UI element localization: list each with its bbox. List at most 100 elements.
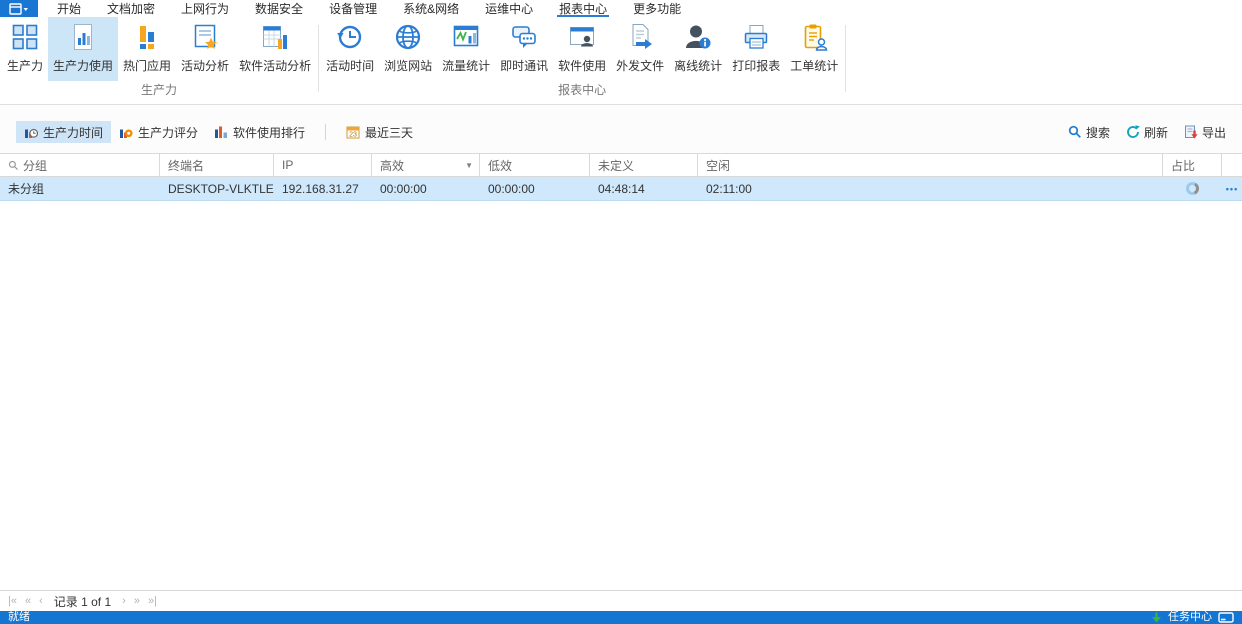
ribbon-item-label: 打印报表 bbox=[732, 57, 780, 74]
menu-item-web-behavior[interactable]: 上网行为 bbox=[179, 0, 231, 17]
cell-terminal: DESKTOP-VLKTLE1 bbox=[160, 177, 274, 200]
status-bar: 就绪 任务中心 bbox=[0, 611, 1242, 624]
printer-icon bbox=[741, 22, 771, 52]
task-center-button[interactable]: 任务中心 bbox=[1168, 611, 1212, 624]
search-button[interactable]: 搜索 bbox=[1068, 124, 1110, 141]
chat-icon bbox=[509, 22, 539, 52]
ribbon-item-ticket-stats[interactable]: 工单统计 bbox=[785, 17, 843, 81]
ribbon-item-software-usage[interactable]: 软件使用 bbox=[553, 17, 611, 81]
ribbon-item-label: 活动分析 bbox=[181, 57, 229, 74]
ribbon-item-print-report[interactable]: 打印报表 bbox=[727, 17, 785, 81]
menu-item-start[interactable]: 开始 bbox=[55, 0, 83, 17]
column-header-terminal[interactable]: 终端名 bbox=[160, 154, 274, 176]
table-row[interactable]: 未分组 DESKTOP-VLKTLE1 192.168.31.27 00:00:… bbox=[0, 177, 1242, 201]
globe-icon bbox=[393, 22, 423, 52]
mini-chart-rank-icon bbox=[214, 125, 228, 139]
pager-next-button[interactable]: › bbox=[122, 596, 126, 607]
ribbon-item-offline-stats[interactable]: 离线统计 bbox=[669, 17, 727, 81]
application-window: 开始 文档加密 上网行为 数据安全 设备管理 系统&网络 运维中心 报表中心 更… bbox=[0, 0, 1242, 624]
column-header-efficient[interactable]: 高效 ▼ bbox=[372, 154, 480, 176]
user-info-icon bbox=[683, 22, 713, 52]
chevron-down-icon[interactable]: ▼ bbox=[465, 161, 473, 170]
ratio-donut-chart bbox=[1186, 182, 1199, 195]
ribbon-item-instant-messaging[interactable]: 即时通讯 bbox=[495, 17, 553, 81]
pager-prev-button[interactable]: ‹ bbox=[39, 596, 43, 607]
taskbar-panel-icon[interactable] bbox=[1218, 612, 1234, 623]
ribbon-group-productivity: 生产力 生产力使用 bbox=[2, 17, 316, 104]
ribbon-item-browse-sites[interactable]: 浏览网站 bbox=[379, 17, 437, 81]
cell-idle: 02:11:00 bbox=[698, 177, 1163, 200]
refresh-button[interactable]: 刷新 bbox=[1126, 124, 1168, 141]
ribbon-item-label: 活动时间 bbox=[326, 57, 374, 74]
column-label: 低效 bbox=[488, 157, 512, 174]
menu-item-system-network[interactable]: 系统&网络 bbox=[401, 0, 461, 17]
ribbon-item-label: 浏览网站 bbox=[384, 57, 432, 74]
ribbon-item-activity-analysis[interactable]: 活动分析 bbox=[176, 17, 234, 81]
pager-first-button[interactable]: |« bbox=[8, 596, 17, 607]
menu-item-device-mgmt[interactable]: 设备管理 bbox=[327, 0, 379, 17]
ribbon-item-traffic-stats[interactable]: 流量统计 bbox=[437, 17, 495, 81]
download-arrow-icon bbox=[1151, 612, 1162, 623]
status-ready-label: 就绪 bbox=[8, 611, 30, 624]
app-menu-button[interactable] bbox=[0, 0, 38, 17]
doc-export-icon bbox=[625, 22, 655, 52]
date-range-button[interactable]: 23 最近三天 bbox=[338, 121, 421, 143]
ribbon-item-label: 生产力 bbox=[7, 57, 43, 74]
pager-record-label: 记录 1 of 1 bbox=[54, 593, 111, 610]
column-header-inefficient[interactable]: 低效 bbox=[480, 154, 590, 176]
export-label: 导出 bbox=[1202, 124, 1226, 141]
ribbon-item-hot-apps[interactable]: 热门应用 bbox=[118, 17, 176, 81]
view-tab-productivity-time[interactable]: 生产力时间 bbox=[16, 121, 111, 143]
ribbon-separator bbox=[845, 25, 846, 92]
column-header-undefined[interactable]: 未定义 bbox=[590, 154, 698, 176]
column-header-ip[interactable]: IP bbox=[274, 154, 372, 176]
column-header-ratio[interactable]: 占比 bbox=[1163, 154, 1222, 176]
view-tab-label: 生产力时间 bbox=[43, 124, 103, 141]
cell-row-menu[interactable]: ••• bbox=[1222, 177, 1242, 200]
menu-item-doc-encrypt[interactable]: 文档加密 bbox=[105, 0, 157, 17]
row-menu-icon[interactable]: ••• bbox=[1226, 184, 1238, 194]
ribbon-item-productivity-usage[interactable]: 生产力使用 bbox=[48, 17, 118, 81]
ribbon-item-label: 生产力使用 bbox=[53, 57, 113, 74]
sub-toolbar: 生产力时间 生产力评分 软件使用排行 23 bbox=[0, 105, 1242, 153]
toolbar-actions: 搜索 刷新 导出 bbox=[1068, 124, 1226, 141]
refresh-label: 刷新 bbox=[1144, 124, 1168, 141]
column-header-idle[interactable]: 空闲 bbox=[698, 154, 1163, 176]
svg-text:23: 23 bbox=[349, 132, 357, 139]
pager-fast-prev-button[interactable]: « bbox=[25, 596, 31, 607]
menu-item-data-security[interactable]: 数据安全 bbox=[253, 0, 305, 17]
menu-item-ops-center[interactable]: 运维中心 bbox=[483, 0, 535, 17]
view-tab-software-usage-rank[interactable]: 软件使用排行 bbox=[206, 121, 313, 143]
ribbon-item-software-activity-analysis[interactable]: 软件活动分析 bbox=[234, 17, 316, 81]
ribbon-item-label: 热门应用 bbox=[123, 57, 171, 74]
column-label: 终端名 bbox=[168, 157, 204, 174]
clipboard-user-icon bbox=[799, 22, 829, 52]
view-tab-label: 生产力评分 bbox=[138, 124, 198, 141]
ribbon-group-report-center: 活动时间 浏览网站 bbox=[321, 17, 843, 104]
export-button[interactable]: 导出 bbox=[1184, 124, 1226, 141]
ribbon-item-outgoing-files[interactable]: 外发文件 bbox=[611, 17, 669, 81]
window-user-icon bbox=[567, 22, 597, 52]
ribbon-item-label: 流量统计 bbox=[442, 57, 490, 74]
column-label: IP bbox=[282, 158, 293, 172]
cell-inefficient: 00:00:00 bbox=[480, 177, 590, 200]
cell-undefined: 04:48:14 bbox=[590, 177, 698, 200]
ribbon-item-label: 即时通讯 bbox=[500, 57, 548, 74]
column-label: 未定义 bbox=[598, 157, 634, 174]
column-header-group[interactable]: 分组 bbox=[0, 154, 160, 176]
pager-last-button[interactable]: »| bbox=[148, 596, 157, 607]
column-label: 分组 bbox=[23, 157, 47, 174]
ribbon-item-label: 离线统计 bbox=[674, 57, 722, 74]
menu-item-more[interactable]: 更多功能 bbox=[631, 0, 683, 17]
filter-search-icon bbox=[8, 160, 19, 171]
status-right-group: 任务中心 bbox=[1151, 611, 1234, 624]
cell-group: 未分组 bbox=[0, 177, 160, 200]
search-label: 搜索 bbox=[1086, 124, 1110, 141]
ribbon: 生产力 生产力使用 bbox=[0, 17, 1242, 105]
ribbon-item-label: 外发文件 bbox=[616, 57, 664, 74]
ribbon-item-productivity[interactable]: 生产力 bbox=[2, 17, 48, 81]
menu-item-report-center[interactable]: 报表中心 bbox=[557, 0, 609, 17]
pager-fast-next-button[interactable]: » bbox=[134, 596, 140, 607]
view-tab-productivity-score[interactable]: 生产力评分 bbox=[111, 121, 206, 143]
ribbon-item-activity-time[interactable]: 活动时间 bbox=[321, 17, 379, 81]
